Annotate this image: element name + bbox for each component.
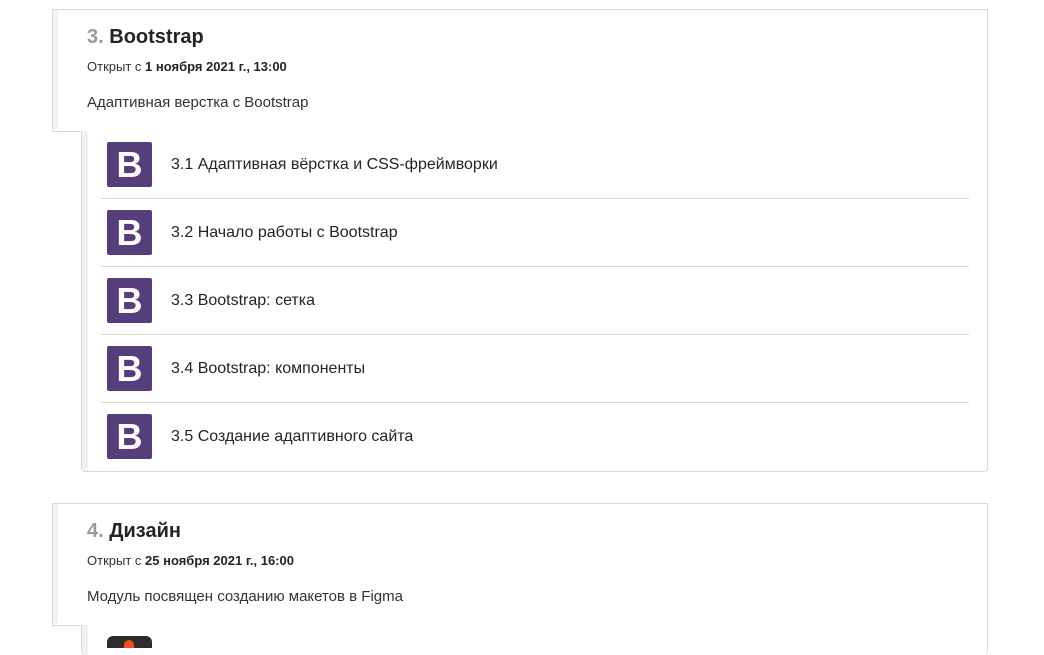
figma-icon[interactable] xyxy=(107,636,152,648)
availability-info: Открыт с 1 ноября 2021 г., 13:00 xyxy=(87,58,987,76)
section-summary: Модуль посвящен созданию макетов в Figma xyxy=(87,588,403,605)
activity-list: B 3.1 Адаптивная вёрстка и CSS-фреймворк… xyxy=(81,131,988,472)
section-title[interactable]: 3. Bootstrap xyxy=(87,10,987,49)
section-number: 3. xyxy=(87,26,104,48)
bootstrap-icon[interactable]: B xyxy=(107,346,152,391)
section-summary: Адаптивная верстка с Bootstrap xyxy=(87,94,309,111)
availability-info: Открыт с 25 ноября 2021 г., 16:00 xyxy=(87,552,987,570)
section-number: 4. xyxy=(87,520,104,542)
availability-date: 1 ноября 2021 г., 13:00 xyxy=(145,59,287,74)
section-header: 3. Bootstrap Открыт с 1 ноября 2021 г., … xyxy=(53,10,987,129)
availability-prefix: Открыт с xyxy=(87,59,146,74)
activity-link[interactable]: 3.3 Bootstrap: сетка xyxy=(171,292,315,310)
section-name[interactable]: Дизайн xyxy=(109,520,181,542)
activity-item[interactable]: B 3.3 Bootstrap: сетка xyxy=(101,267,969,335)
activity-item[interactable]: B 3.5 Создание адаптивного сайта xyxy=(101,403,969,470)
indent-strip xyxy=(82,131,88,471)
activity-list xyxy=(81,625,988,655)
indent-strip xyxy=(82,625,88,655)
course-section-3: 3. Bootstrap Открыт с 1 ноября 2021 г., … xyxy=(52,9,988,132)
activity-link[interactable]: 3.5 Создание адаптивного сайта xyxy=(171,428,413,446)
activity-link[interactable]: 3.4 Bootstrap: компоненты xyxy=(171,360,365,378)
activity-link[interactable]: 3.1 Адаптивная вёрстка и CSS-фреймворки xyxy=(171,156,498,174)
availability-date: 25 ноября 2021 г., 16:00 xyxy=(145,553,295,568)
section-name[interactable]: Bootstrap xyxy=(109,26,203,48)
activity-item[interactable]: B 3.1 Адаптивная вёрстка и CSS-фреймворк… xyxy=(101,131,969,199)
course-section-4: 4. Дизайн Открыт с 25 ноября 2021 г., 16… xyxy=(52,503,988,626)
section-title[interactable]: 4. Дизайн xyxy=(87,504,987,543)
activity-item[interactable]: B 3.4 Bootstrap: компоненты xyxy=(101,335,969,403)
section-header: 4. Дизайн Открыт с 25 ноября 2021 г., 16… xyxy=(53,504,987,623)
bootstrap-icon[interactable]: B xyxy=(107,210,152,255)
availability-prefix: Открыт с xyxy=(87,553,146,568)
bootstrap-icon[interactable]: B xyxy=(107,414,152,459)
activity-link[interactable]: 3.2 Начало работы с Bootstrap xyxy=(171,224,398,242)
activity-item[interactable]: B 3.2 Начало работы с Bootstrap xyxy=(101,199,969,267)
bootstrap-icon[interactable]: B xyxy=(107,142,152,187)
bootstrap-icon[interactable]: B xyxy=(107,278,152,323)
